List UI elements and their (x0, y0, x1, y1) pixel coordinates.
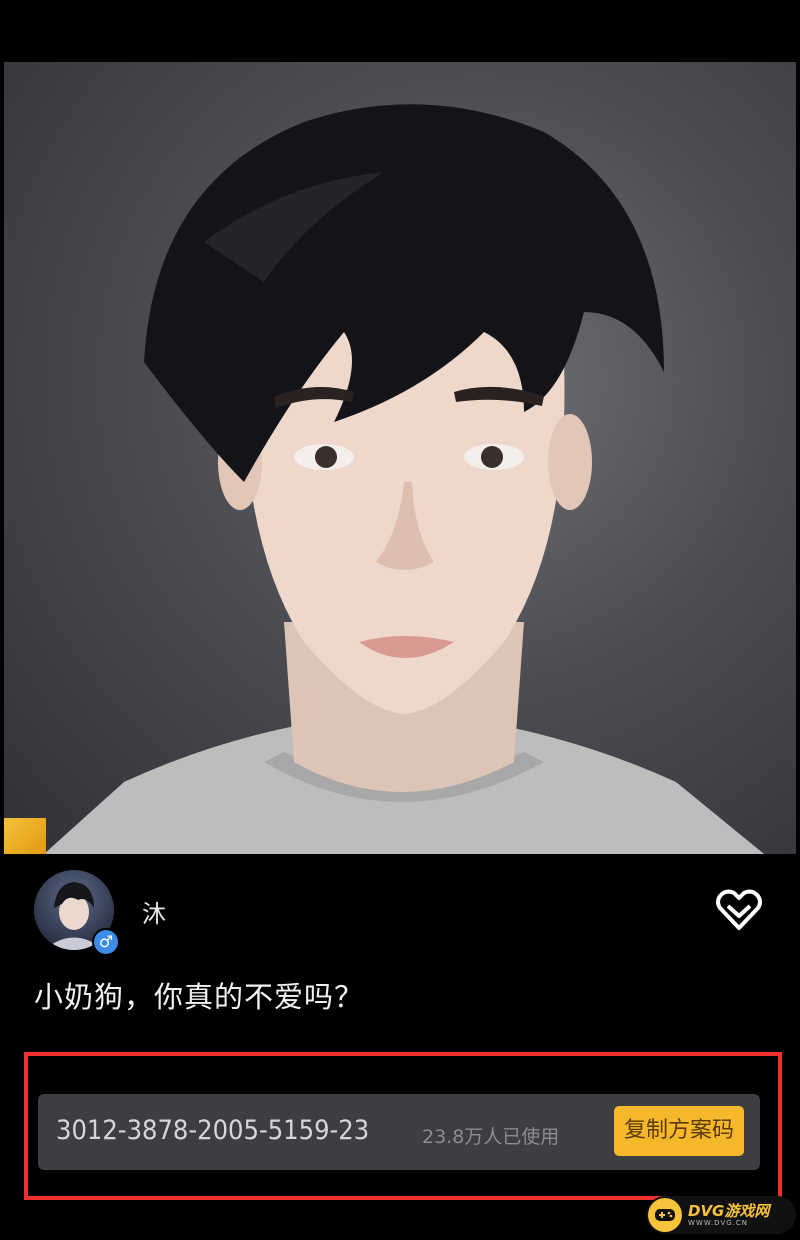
copy-code-button[interactable]: 复制方案码 (614, 1106, 744, 1156)
username[interactable]: 沐 (142, 894, 166, 929)
watermark-title: DVG游戏网 (688, 1201, 770, 1220)
male-gender-icon: ♂ (92, 928, 120, 956)
preset-code: 3012-3878-2005-5159-23 (56, 1115, 370, 1146)
gamepad-logo-icon (648, 1198, 682, 1232)
usage-count: 23.8万人已使用 (422, 1126, 560, 1148)
post-caption: 小奶狗，你真的不爱吗？ (34, 980, 365, 1014)
preset-code-bar: 3012-3878-2005-5159-23 23.8万人已使用 复制方案码 (38, 1094, 760, 1170)
corner-badge (4, 818, 46, 854)
character-portrait-image (4, 62, 796, 854)
site-watermark: DVG游戏网 WWW.DVG.CN (646, 1196, 796, 1234)
heart-favorite-icon[interactable] (714, 886, 764, 932)
watermark-subtitle: WWW.DVG.CN (688, 1218, 749, 1227)
